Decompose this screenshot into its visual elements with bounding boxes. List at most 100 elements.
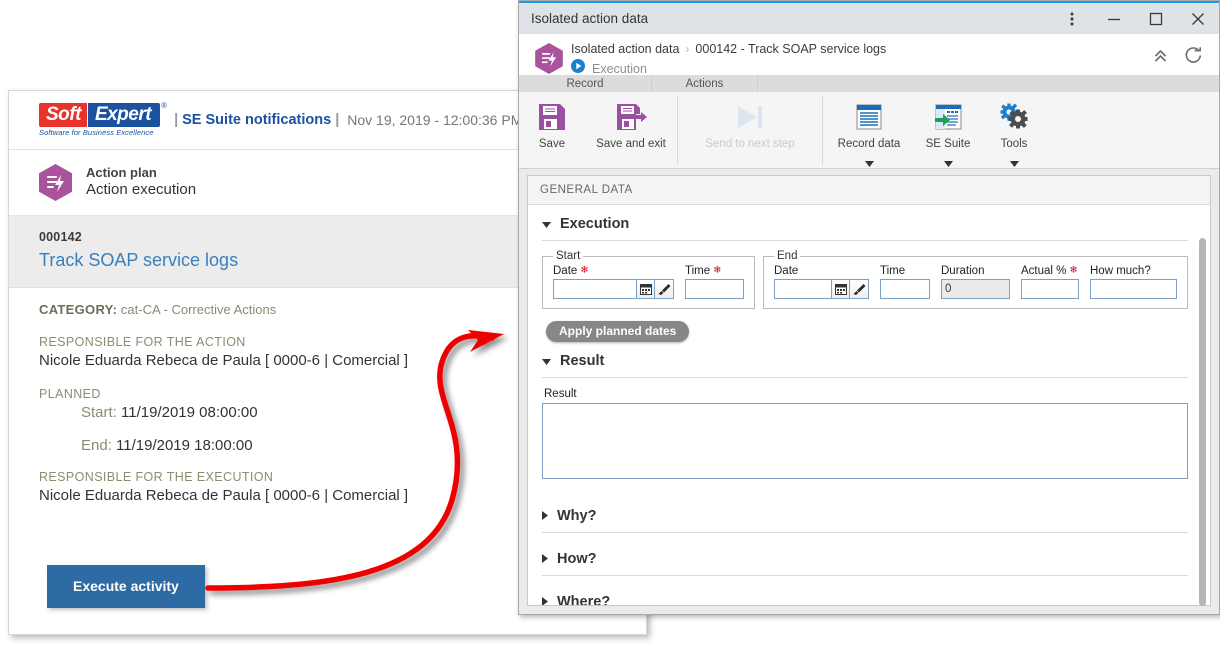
chevron-right-icon bbox=[542, 550, 548, 568]
actual-percent-label-text: Actual % bbox=[1021, 265, 1067, 277]
record-data-button[interactable]: Record data bbox=[823, 92, 915, 172]
chevron-right-icon bbox=[542, 507, 548, 525]
logo-soft-text: Soft bbox=[39, 103, 87, 128]
se-suite-label: SE Suite bbox=[925, 138, 971, 150]
tools-label: Tools bbox=[1000, 138, 1028, 150]
logo-registered-mark: ® bbox=[161, 101, 168, 111]
save-and-exit-icon bbox=[614, 98, 648, 136]
eraser-brush-icon[interactable] bbox=[655, 279, 674, 299]
section-title-result: Result bbox=[560, 353, 605, 369]
planned-start-label: Start: bbox=[81, 404, 117, 421]
breadcrumb-root[interactable]: Isolated action data bbox=[571, 42, 679, 56]
se-suite-icon bbox=[932, 98, 964, 136]
send-to-next-step-label: Send to next step bbox=[705, 138, 795, 150]
save-and-exit-button[interactable]: Save and exit bbox=[585, 92, 677, 151]
category-value: cat-CA - Corrective Actions bbox=[120, 302, 277, 317]
save-button[interactable]: Save bbox=[519, 92, 585, 151]
record-data-icon bbox=[853, 98, 885, 136]
section-header-execution[interactable]: Execution bbox=[542, 205, 1188, 240]
softexpert-logo: Soft Expert ® Software for Business Exce… bbox=[39, 102, 167, 138]
tools-button[interactable]: Tools bbox=[981, 92, 1047, 172]
section-rule-why bbox=[542, 532, 1188, 533]
breadcrumb-separator: › bbox=[685, 42, 690, 56]
minimize-icon[interactable] bbox=[1093, 4, 1135, 33]
planned-end-label: End: bbox=[81, 437, 112, 454]
duration-label: Duration bbox=[941, 265, 985, 277]
fieldset-end-legend: End bbox=[777, 250, 798, 262]
end-time-label: Time bbox=[880, 265, 906, 277]
logo-tagline: Software for Business Excellence bbox=[39, 128, 154, 138]
action-plan-hex-icon bbox=[39, 164, 72, 201]
required-marker-icon: ❄ bbox=[1069, 265, 1078, 276]
how-much-label: How much? bbox=[1090, 265, 1151, 277]
end-date-input[interactable] bbox=[774, 279, 831, 299]
logo-expert-text: Expert bbox=[87, 103, 161, 128]
fieldset-end: End Date Time Duration 0 Actual % ❄ How … bbox=[763, 250, 1188, 309]
section-title-where: Where? bbox=[557, 594, 611, 605]
duration-field: Duration bbox=[941, 265, 1010, 299]
chevron-double-up-icon[interactable] bbox=[1153, 48, 1168, 69]
se-suite-button[interactable]: SE Suite bbox=[915, 92, 981, 172]
tools-gears-icon bbox=[998, 98, 1030, 136]
start-time-label: Time ❄ bbox=[685, 265, 744, 277]
section-header-why[interactable]: Why? bbox=[542, 497, 1188, 532]
section-rule-execution bbox=[542, 240, 1188, 241]
fieldset-start-legend: Start bbox=[556, 250, 581, 262]
header-separator-left: | bbox=[174, 112, 179, 128]
chevron-down-icon bbox=[542, 215, 551, 233]
apply-planned-dates-button[interactable]: Apply planned dates bbox=[546, 321, 690, 342]
calendar-icon[interactable] bbox=[636, 279, 655, 299]
window-title: Isolated action data bbox=[531, 11, 649, 26]
maximize-icon[interactable] bbox=[1135, 4, 1177, 33]
required-marker-icon: ❄ bbox=[713, 265, 722, 276]
start-date-field: Date ❄ bbox=[553, 265, 674, 299]
end-date-label: Date bbox=[774, 265, 799, 277]
section-title-execution: Execution bbox=[560, 216, 630, 232]
section-header-where[interactable]: Where? bbox=[542, 583, 1188, 605]
ribbon-tab-strip: Record Actions bbox=[519, 75, 1219, 92]
send-to-next-step-button: Send to next step bbox=[678, 92, 822, 151]
start-date-input[interactable] bbox=[553, 279, 636, 299]
ribbon-group-tools: Record data SE Suite Tools bbox=[823, 92, 1047, 168]
refresh-icon[interactable] bbox=[1184, 46, 1203, 70]
required-marker-icon: ❄ bbox=[580, 265, 589, 276]
section-title-why: Why? bbox=[557, 508, 597, 524]
ribbon-group-actions: Send to next step bbox=[678, 92, 822, 168]
breadcrumb: Isolated action data › 000142 - Track SO… bbox=[519, 34, 1219, 76]
category-label: CATEGORY: bbox=[39, 302, 118, 317]
action-plan-kicker: Action plan bbox=[86, 165, 157, 180]
action-plan-subtitle: Action execution bbox=[86, 181, 197, 199]
section-title-how: How? bbox=[557, 551, 597, 567]
result-textarea[interactable] bbox=[542, 403, 1188, 479]
actual-percent-label: Actual % ❄ bbox=[1021, 265, 1079, 277]
execute-activity-button[interactable]: Execute activity bbox=[47, 565, 205, 608]
more-options-icon[interactable] bbox=[1051, 4, 1093, 33]
breadcrumb-step: Execution bbox=[592, 61, 647, 76]
duration-input bbox=[941, 279, 1010, 299]
save-button-label: Save bbox=[538, 138, 566, 150]
ribbon-group-record: Save Save and exit bbox=[519, 92, 677, 168]
actual-percent-field: Actual % ❄ bbox=[1021, 265, 1079, 299]
form-card: GENERAL DATA Execution Start Date ❄ Time… bbox=[527, 175, 1211, 606]
how-much-input[interactable] bbox=[1090, 279, 1177, 299]
section-header-how[interactable]: How? bbox=[542, 540, 1188, 575]
result-field-label: Result bbox=[544, 388, 577, 400]
chevron-down-icon bbox=[542, 352, 551, 370]
end-time-field: Time bbox=[880, 265, 930, 299]
start-time-field: Time ❄ bbox=[685, 265, 744, 299]
general-data-header: GENERAL DATA bbox=[528, 176, 1210, 205]
save-floppy-icon bbox=[536, 98, 568, 136]
header-separator-right: | bbox=[335, 112, 340, 128]
start-time-input[interactable] bbox=[685, 279, 744, 299]
ribbon-tab-record[interactable]: Record bbox=[519, 75, 652, 92]
isolated-action-data-window: Isolated action data Isolated action dat… bbox=[518, 0, 1220, 615]
section-header-result[interactable]: Result bbox=[542, 342, 1188, 377]
close-icon[interactable] bbox=[1177, 4, 1219, 33]
planned-start-value: 11/19/2019 08:00:00 bbox=[121, 404, 258, 421]
calendar-icon[interactable] bbox=[831, 279, 850, 299]
eraser-brush-icon[interactable] bbox=[850, 279, 869, 299]
form-vertical-scrollbar[interactable] bbox=[1199, 238, 1206, 606]
actual-percent-input[interactable] bbox=[1021, 279, 1079, 299]
end-time-input[interactable] bbox=[880, 279, 930, 299]
ribbon-tab-actions[interactable]: Actions bbox=[652, 75, 758, 92]
